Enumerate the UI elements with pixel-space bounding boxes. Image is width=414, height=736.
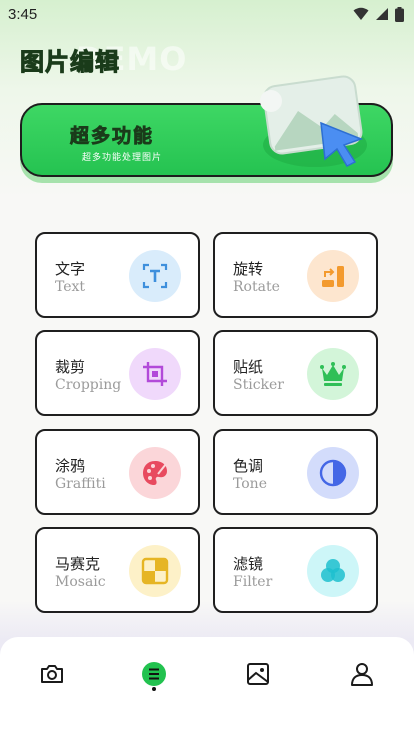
crop-icon xyxy=(129,348,181,400)
tone-icon xyxy=(307,447,359,499)
tool-label-cn: 旋转 xyxy=(233,260,264,278)
tool-label-en: Graffiti xyxy=(55,476,106,492)
tool-card-tone[interactable]: 色调 Tone xyxy=(213,429,378,515)
tool-card-graffiti[interactable]: 涂鸦 Graffiti xyxy=(35,429,200,515)
user-icon xyxy=(351,663,373,686)
image-illustration-icon xyxy=(260,75,367,167)
tool-label-cn: 马赛克 xyxy=(55,555,101,573)
tool-card-sticker[interactable]: 贴纸 Sticker xyxy=(213,330,378,416)
rotate-icon xyxy=(307,250,359,302)
palette-icon xyxy=(129,447,181,499)
tool-label-cn: 贴纸 xyxy=(233,358,264,376)
tool-label-en: Cropping xyxy=(55,377,122,393)
nav-gallery[interactable] xyxy=(241,657,275,691)
battery-icon xyxy=(395,6,404,22)
active-indicator xyxy=(152,687,156,691)
tool-label-en: Filter xyxy=(233,574,273,590)
tool-label-cn: 涂鸦 xyxy=(55,457,86,475)
wifi-icon xyxy=(353,7,369,20)
tool-label-en: Sticker xyxy=(233,377,284,393)
tool-label-cn: 色调 xyxy=(233,457,264,475)
bottom-nav xyxy=(0,637,414,736)
tool-card-text[interactable]: 文字 Text xyxy=(35,232,200,318)
page-header: DEMO 图片编辑 xyxy=(20,40,240,80)
mosaic-icon xyxy=(129,545,181,597)
image-icon xyxy=(247,663,269,685)
tool-label-en: Text xyxy=(55,279,86,295)
tool-card-mosaic[interactable]: 马赛克 Mosaic xyxy=(35,527,200,613)
menu-icon xyxy=(142,662,166,686)
nav-home[interactable] xyxy=(137,657,171,691)
status-bar: 3:45 xyxy=(0,0,414,28)
tool-label-en: Tone xyxy=(233,476,267,492)
camera-icon xyxy=(41,665,63,683)
crown-icon xyxy=(307,348,359,400)
filter-icon xyxy=(307,545,359,597)
text-icon xyxy=(129,250,181,302)
tool-label-cn: 文字 xyxy=(55,260,86,278)
signal-icon xyxy=(376,8,388,20)
page-title: 图片编辑 xyxy=(20,48,120,77)
tool-label-cn: 滤镜 xyxy=(233,555,264,573)
banner-subtitle: 超多功能处理图片 xyxy=(82,153,163,163)
feature-banner[interactable]: 超多功能 超多功能处理图片 xyxy=(20,75,393,177)
tool-card-rotate[interactable]: 旋转 Rotate xyxy=(213,232,378,318)
tool-card-filter[interactable]: 滤镜 Filter xyxy=(213,527,378,613)
nav-camera[interactable] xyxy=(35,657,69,691)
status-icons xyxy=(353,6,404,22)
status-time: 3:45 xyxy=(8,5,38,23)
banner-title: 超多功能 xyxy=(70,125,155,148)
tool-label-en: Rotate xyxy=(233,279,280,295)
tool-label-en: Mosaic xyxy=(55,574,106,590)
tool-label-cn: 裁剪 xyxy=(55,358,86,376)
tool-card-crop[interactable]: 裁剪 Cropping xyxy=(35,330,200,416)
nav-profile[interactable] xyxy=(345,657,379,691)
